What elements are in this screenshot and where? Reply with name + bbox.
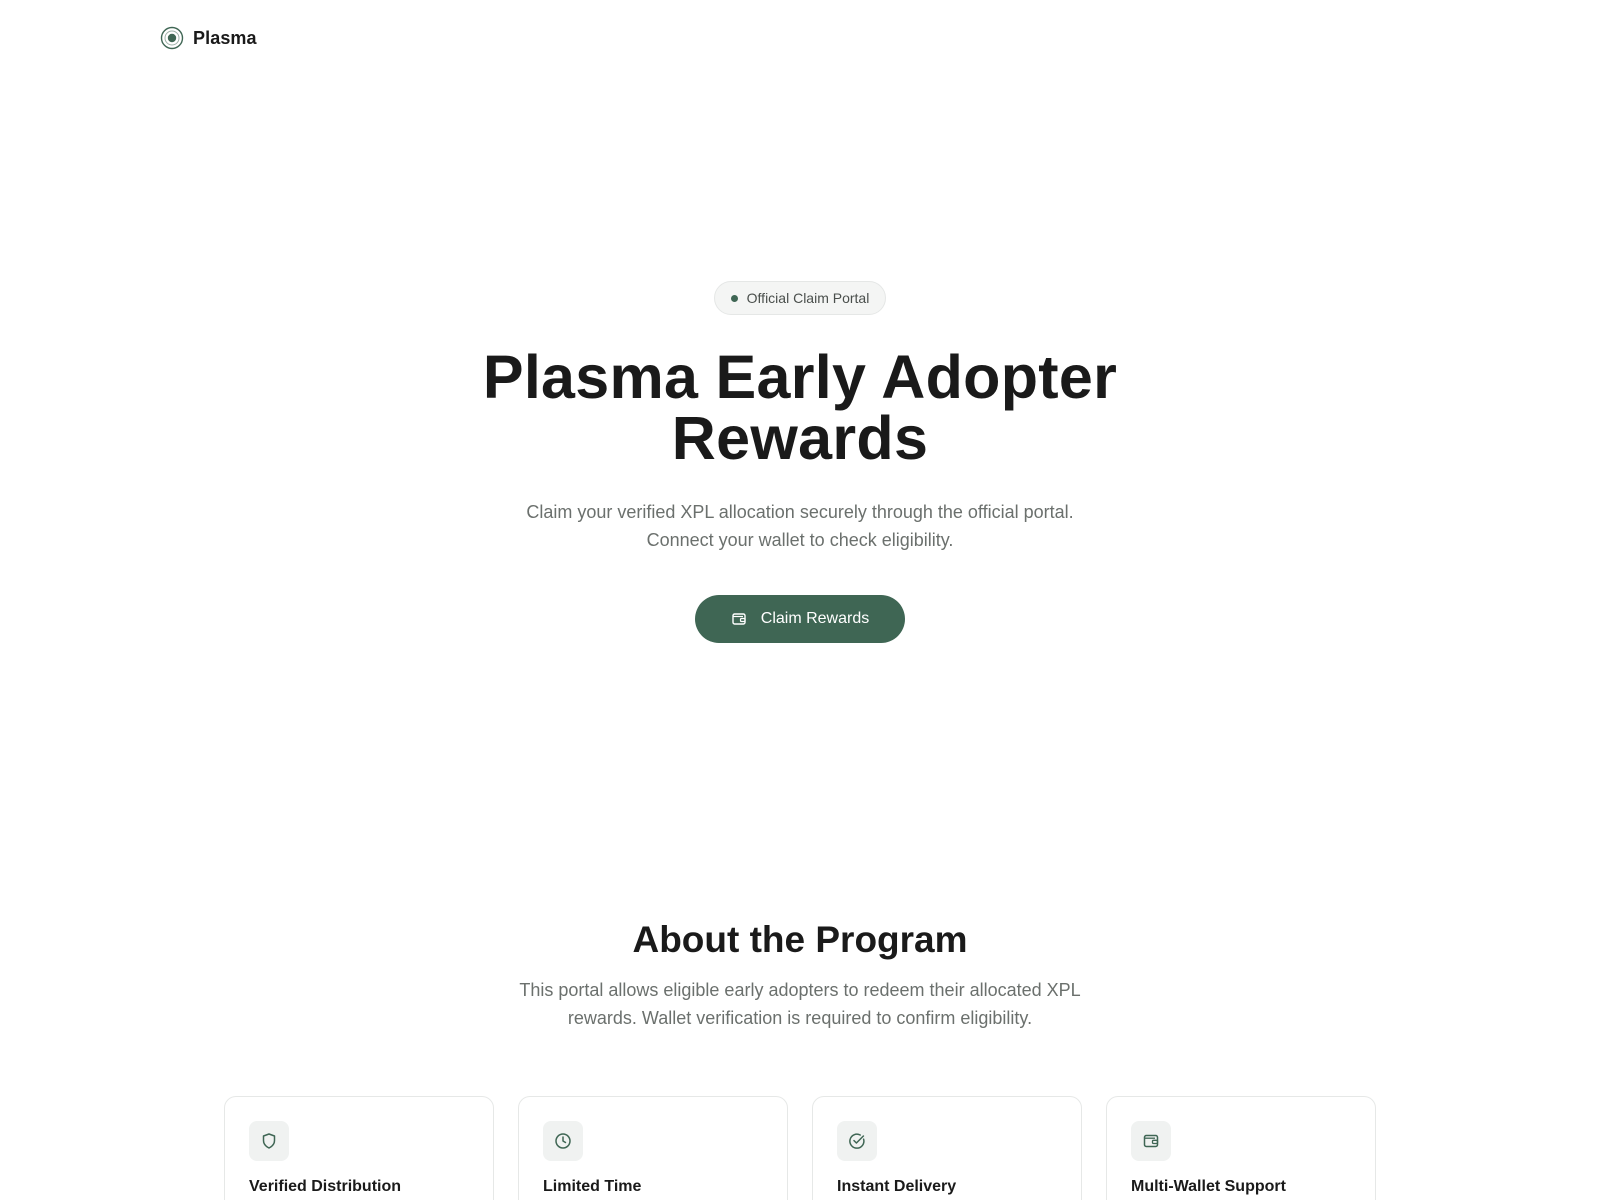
feature-card-verified-distribution: Verified Distribution: [224, 1096, 494, 1200]
feature-card-limited-time: Limited Time: [518, 1096, 788, 1200]
feature-title: Multi-Wallet Support: [1131, 1178, 1286, 1195]
section-title: About the Program: [632, 919, 968, 960]
hero-section: Official Claim Portal Plasma Early Adopt…: [0, 281, 1600, 643]
section-description: This portal allows eligible early adopte…: [519, 980, 1081, 1028]
feature-title: Instant Delivery: [837, 1178, 957, 1195]
feature-card-instant-delivery: Instant Delivery: [812, 1096, 1082, 1200]
clock-icon: [543, 1121, 583, 1161]
hero-subtitle: Claim your verified XPL allocation secur…: [526, 502, 1074, 550]
claim-rewards-label: Claim Rewards: [760, 610, 870, 627]
badge-label: Official Claim Portal: [746, 290, 870, 306]
claim-rewards-button[interactable]: Claim Rewards: [695, 595, 905, 643]
check-circle-icon: [837, 1121, 877, 1161]
feature-card-multi-wallet: Multi-Wallet Support: [1106, 1096, 1376, 1200]
shield-icon: [249, 1121, 289, 1161]
concentric-circle-icon[interactable]: [160, 26, 184, 50]
site-header: Plasma: [160, 24, 257, 52]
feature-title: Limited Time: [543, 1178, 642, 1195]
wallet-icon: [1131, 1121, 1171, 1161]
brand-name[interactable]: Plasma: [193, 28, 257, 49]
status-badge: Official Claim Portal: [713, 281, 887, 315]
about-section: About the Program This portal allows eli…: [0, 918, 1600, 1032]
badge-dot-icon: [730, 294, 738, 302]
feature-title: Verified Distribution: [249, 1178, 402, 1195]
page-title: Plasma Early Adopter Rewards: [482, 343, 1118, 472]
wallet-icon: [731, 611, 747, 627]
feature-cards: Verified Distribution Limited Time Insta…: [224, 1096, 1376, 1200]
